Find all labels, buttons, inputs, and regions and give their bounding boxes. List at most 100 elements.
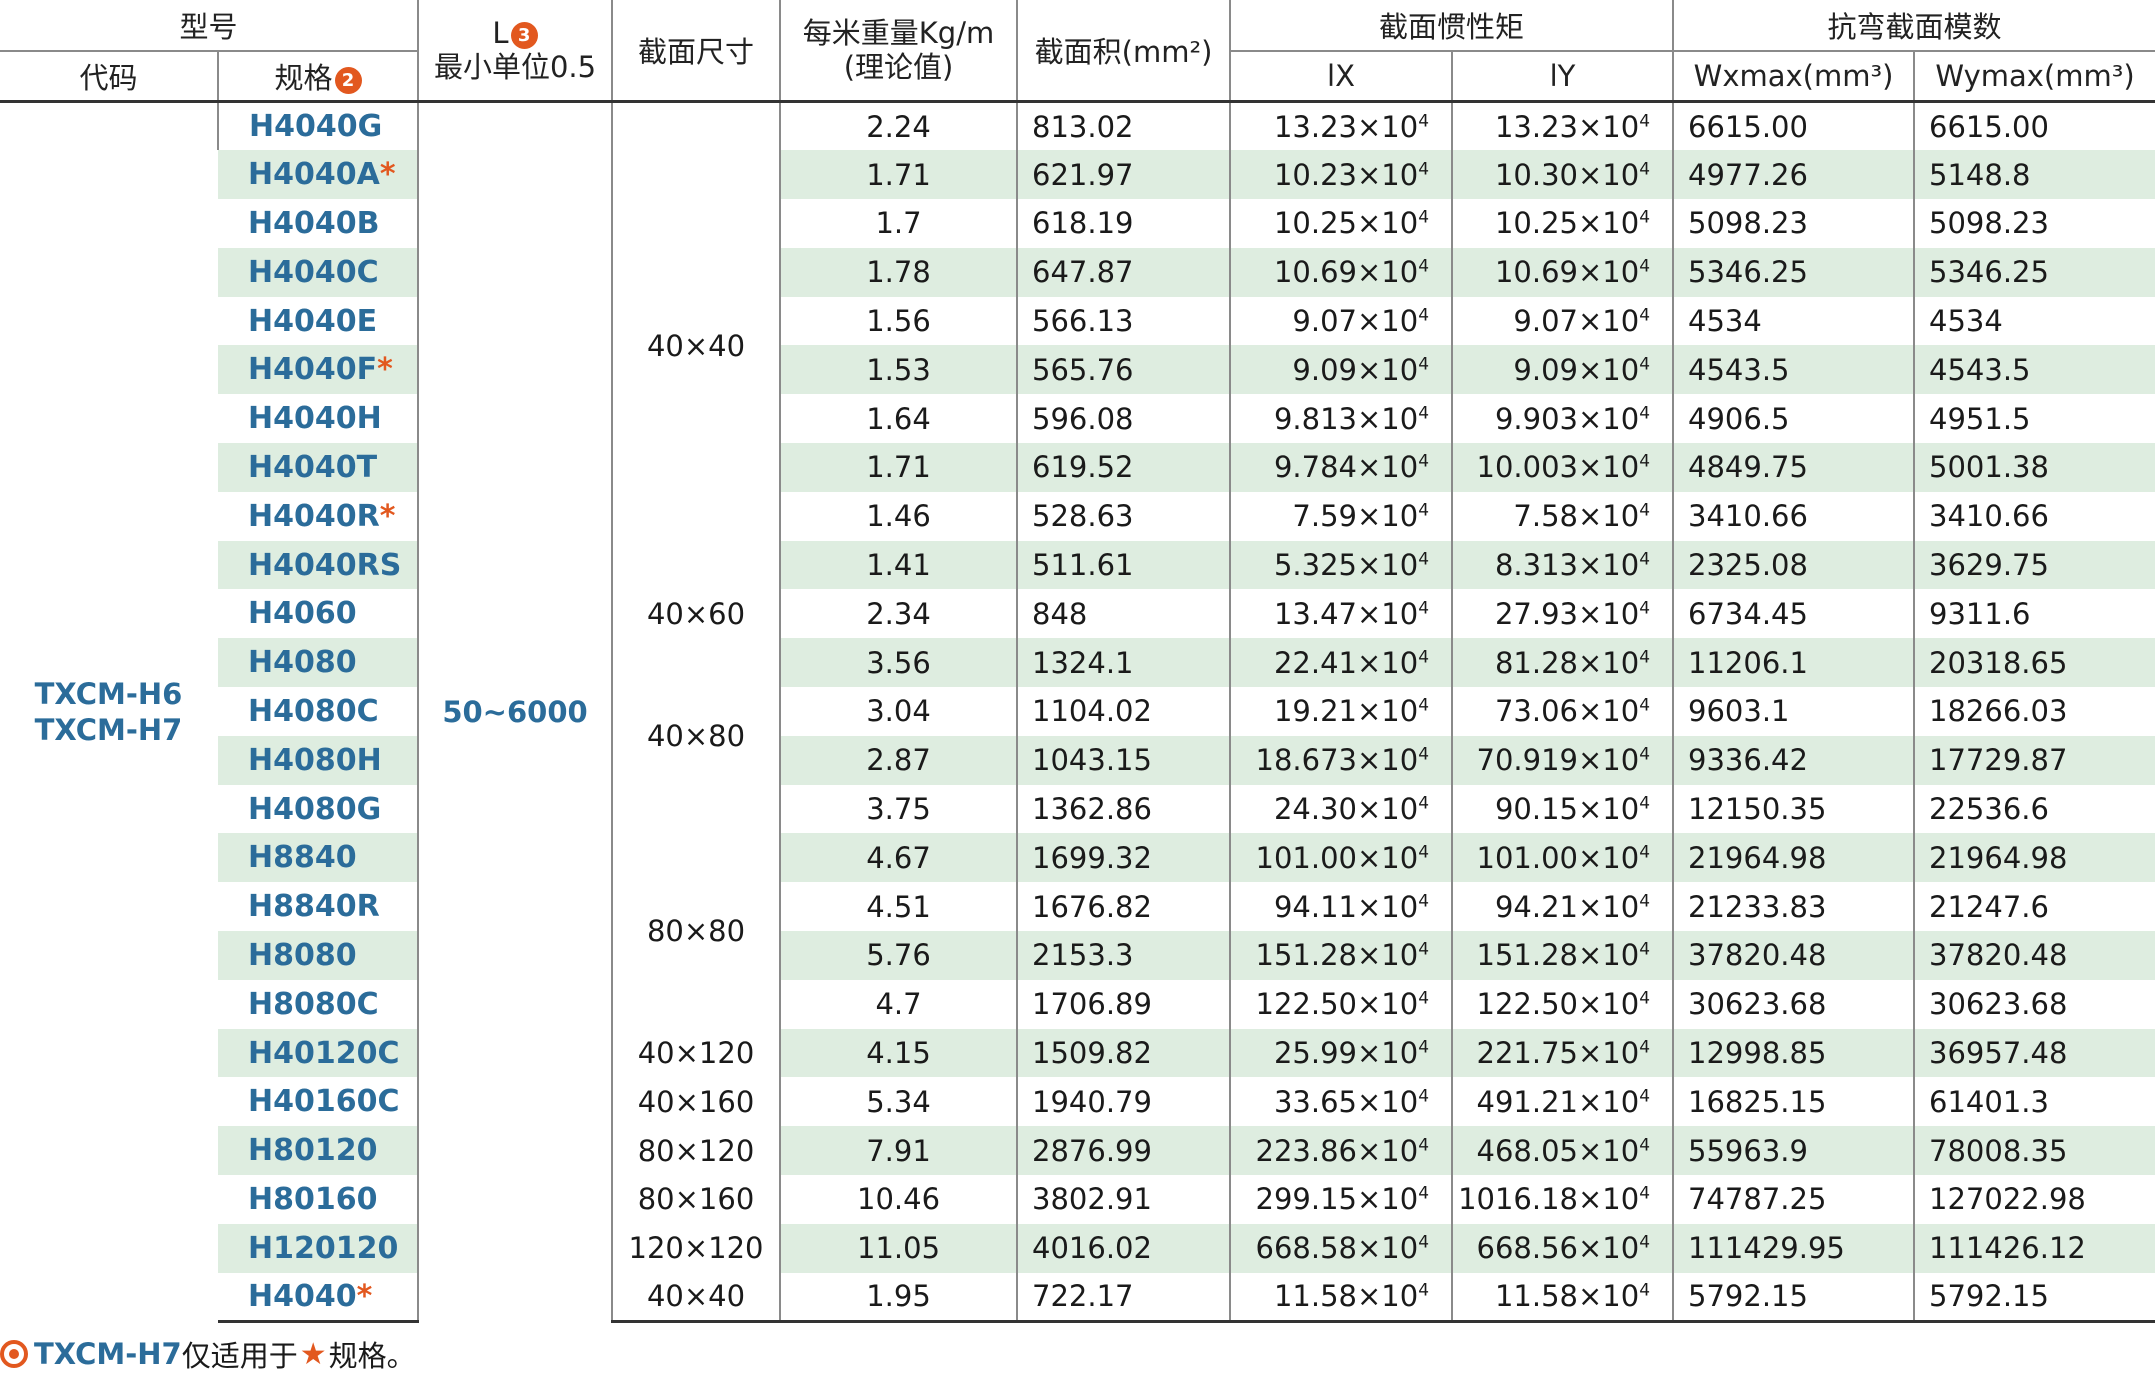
exponent: 4	[1418, 1037, 1430, 1058]
spec-name: H4040F	[248, 352, 378, 388]
iy-cell: 73.06×104	[1451, 687, 1674, 736]
spec-cell: H4040*	[218, 1272, 419, 1323]
exponent: 4	[1418, 793, 1430, 814]
spec-cell: H80120	[218, 1126, 419, 1176]
iy-cell-value: 9.09×10	[1513, 352, 1640, 387]
spec-name: H4080	[248, 645, 357, 681]
ix-cell-value: 10.69×10	[1273, 255, 1419, 290]
weight-cell: 4.51	[779, 882, 1018, 932]
wx-cell: 9603.1	[1672, 687, 1915, 736]
iy-cell-value: 1016.18×10	[1458, 1182, 1640, 1217]
iy-cell: 10.003×104	[1451, 443, 1674, 492]
table-row: H4080 40×80 3.56 1324.1 22.41×104 81.28×104 11…	[0, 638, 2155, 834]
wy-cell: 5098.23	[1913, 199, 2155, 248]
section-size: 80×120	[611, 1126, 781, 1176]
iy-cell-value: 7.58×10	[1513, 499, 1640, 534]
header-modulus: 抗弯截面模数	[1672, 0, 2155, 52]
star-icon: ★	[299, 1336, 327, 1372]
header-wy: Wymax(mm³)	[1913, 51, 2155, 102]
table-row: H4040F* 1.53 565.76 9.09×104 9.09×104 4543.5 4…	[0, 345, 2155, 395]
spec-name: H4040E	[248, 303, 378, 339]
iy-cell-value: 668.56×10	[1476, 1231, 1640, 1266]
wx-cell: 5792.15	[1672, 1272, 1915, 1323]
area-cell: 618.19	[1016, 199, 1231, 248]
ix-cell: 33.65×104	[1229, 1077, 1453, 1127]
iy-cell: 11.58×104	[1451, 1272, 1674, 1323]
weight-cell: 1.64	[779, 394, 1018, 444]
exponent: 4	[1639, 1086, 1651, 1107]
table-row: H40120C 40×120 4.15 1509.82 25.99×104 221.75×…	[0, 1028, 2155, 1078]
table-row: H4080H 2.87 1043.15 18.673×104 70.919×104 933…	[0, 735, 2155, 785]
iy-cell: 94.21×104	[1451, 882, 1674, 932]
exponent: 4	[1418, 549, 1430, 570]
spec-name: H8080	[248, 937, 357, 973]
ix-cell-value: 19.21×10	[1273, 694, 1419, 729]
weight-cell: 4.7	[779, 979, 1018, 1029]
iy-cell: 10.30×104	[1451, 150, 1674, 200]
iy-cell: 70.919×104	[1451, 735, 1674, 785]
spec-name: H4040H	[248, 401, 382, 437]
area-cell: 2876.99	[1016, 1126, 1231, 1176]
spec-cell: H40160C	[218, 1077, 418, 1126]
section-size: 40×80	[611, 638, 781, 834]
spec-name: H4080H	[248, 742, 382, 778]
wx-cell: 30623.68	[1672, 979, 1915, 1029]
footnote-code: TXCM-H7	[34, 1337, 182, 1371]
wy-cell: 22536.6	[1913, 784, 2155, 834]
spec-cell: H4080H	[218, 735, 419, 785]
header-spec-label: 规格	[274, 61, 333, 95]
exponent: 4	[1418, 451, 1430, 472]
weight-cell: 1.71	[779, 150, 1018, 200]
iy-cell-value: 10.25×10	[1494, 206, 1640, 241]
header-inertia: 截面惯性矩	[1229, 0, 1674, 52]
spec-cell: H120120	[218, 1223, 419, 1273]
weight-cell: 4.15	[779, 1028, 1018, 1078]
iy-cell: 491.21×104	[1451, 1077, 1674, 1127]
spec-cell: H4080	[218, 638, 419, 688]
ix-cell: 19.21×104	[1229, 687, 1453, 736]
wx-cell: 4849.75	[1672, 443, 1915, 492]
ix-cell-value: 299.15×10	[1255, 1182, 1419, 1217]
ix-cell: 5.325×104	[1229, 540, 1453, 590]
weight-cell: 7.91	[779, 1126, 1018, 1176]
iy-cell: 10.69×104	[1451, 247, 1674, 297]
wy-cell: 37820.48	[1913, 931, 2155, 980]
exponent: 4	[1639, 1134, 1651, 1155]
iy-cell: 668.56×104	[1451, 1223, 1674, 1273]
target-icon	[0, 1340, 28, 1368]
header-length: L3 最小单位0.5	[417, 0, 613, 103]
header-spec: 规格 2	[216, 51, 419, 102]
wx-cell: 4977.26	[1672, 150, 1915, 200]
ix-cell-value: 22.41×10	[1273, 645, 1419, 680]
star-mark: *	[377, 352, 393, 388]
exponent: 4	[1418, 207, 1430, 228]
wx-cell: 74787.25	[1672, 1175, 1915, 1224]
table-row: H4040H 1.64 596.08 9.813×104 9.903×104 4906.5…	[0, 394, 2155, 444]
wy-cell: 4534	[1913, 296, 2155, 346]
ix-cell-value: 9.09×10	[1292, 352, 1419, 387]
weight-cell: 3.56	[779, 638, 1018, 688]
table-row: H4060 40×60 2.34 848 13.47×104 27.93×104 6734.…	[0, 589, 2155, 639]
exponent: 4	[1639, 549, 1651, 570]
ix-cell: 299.15×104	[1229, 1175, 1453, 1224]
header-length-label: L	[492, 16, 509, 50]
table-row: TXCM-H6 TXCM-H7 H4040G 50~6000 40×40 2.24 813.…	[0, 101, 2155, 1322]
ix-cell-value: 668.58×10	[1255, 1231, 1419, 1266]
iy-cell-value: 10.003×10	[1476, 450, 1640, 485]
wy-cell: 4543.5	[1913, 345, 2155, 395]
spec-name: H40120C	[248, 1035, 400, 1071]
weight-cell: 10.46	[779, 1175, 1018, 1224]
ix-cell-value: 13.47×10	[1273, 596, 1419, 631]
spec-cell: H8080	[218, 931, 419, 980]
iy-cell-value: 13.23×10	[1494, 109, 1640, 144]
ix-cell: 11.58×104	[1229, 1272, 1453, 1323]
table-row: H8840 80×80 4.67 1699.32 101.00×104 101.00×10…	[0, 833, 2155, 1029]
ix-cell: 25.99×104	[1229, 1028, 1453, 1078]
spec-cell: H4080C	[218, 687, 418, 736]
exponent: 4	[1639, 1037, 1651, 1058]
ix-cell-value: 101.00×10	[1255, 840, 1419, 875]
exponent: 4	[1639, 988, 1651, 1009]
wy-cell: 17729.87	[1913, 735, 2155, 785]
table-row: H80120 80×120 7.91 2876.99 223.86×104 468.05×…	[0, 1126, 2155, 1176]
wy-cell: 21964.98	[1913, 833, 2155, 883]
